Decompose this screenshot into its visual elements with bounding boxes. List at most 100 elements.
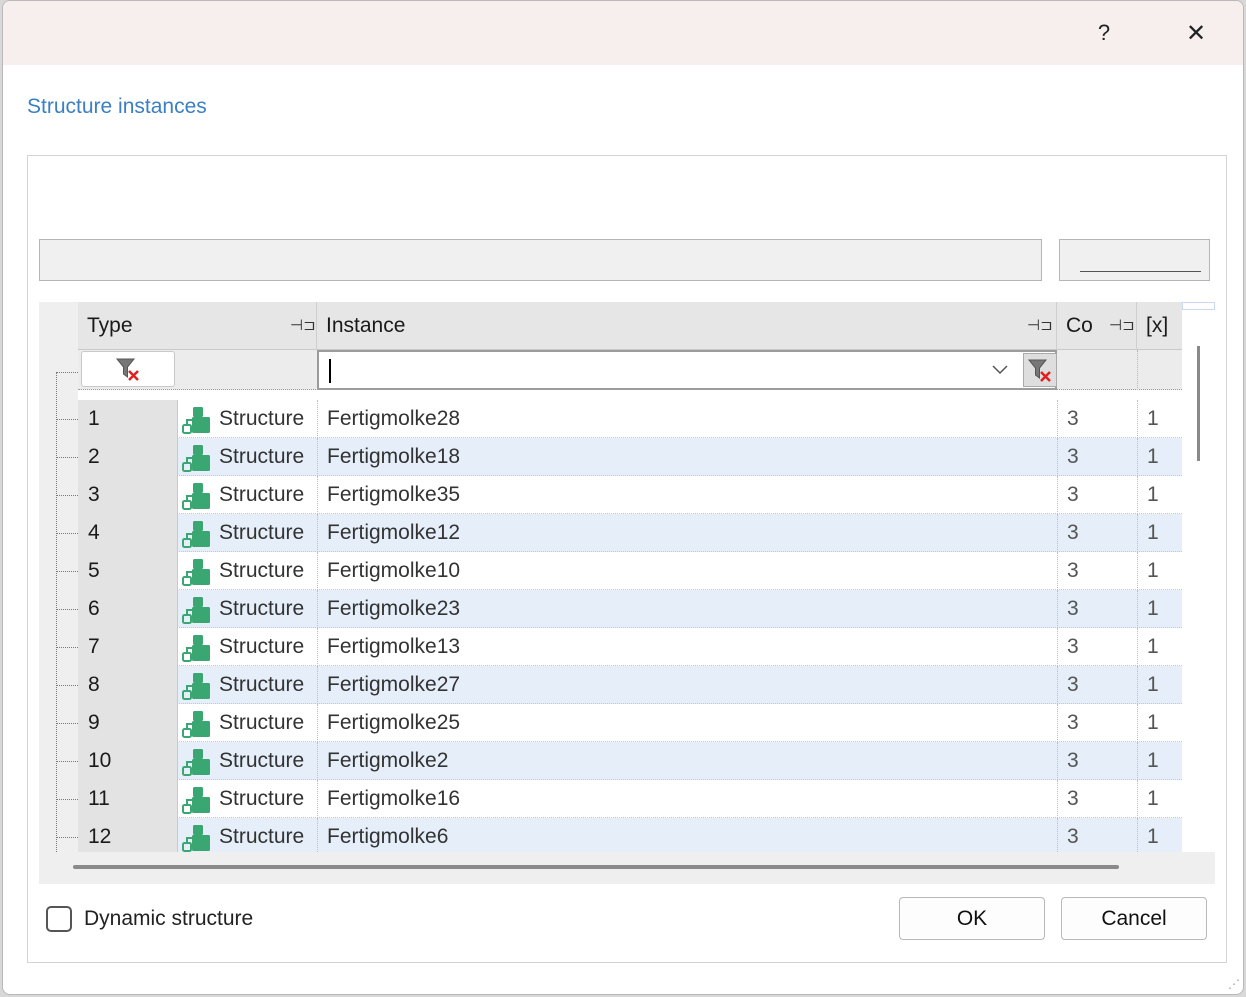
- row-x: 1: [1147, 635, 1159, 658]
- structure-icon: [182, 597, 210, 624]
- row-count: 3: [1067, 825, 1079, 848]
- tree-branch: [56, 723, 78, 724]
- pin-icon[interactable]: ⊣⊐: [1109, 302, 1135, 350]
- tree-branch: [56, 685, 78, 686]
- structure-icon: [182, 673, 210, 700]
- structure-icon: [182, 635, 210, 662]
- table-row[interactable]: 9 Structure Fertigmolke25 3 1: [78, 704, 1182, 742]
- row-instance: Fertigmolke18: [327, 445, 461, 468]
- pin-icon[interactable]: ⊣⊐: [290, 302, 316, 350]
- table-row[interactable]: 10 Structure Fertigmolke2 3 1: [78, 742, 1182, 780]
- row-instance: Fertigmolke6: [327, 825, 449, 848]
- row-instance: Fertigmolke12: [327, 521, 461, 544]
- table-row[interactable]: 4 Structure Fertigmolke12 3 1: [78, 514, 1182, 552]
- tree-branch: [56, 533, 78, 534]
- structure-icon: [182, 787, 210, 814]
- instances-grid: Type ⊣⊐ Instance ⊣⊐ Co ⊣⊐ [x] 1 Structur…: [78, 302, 1182, 852]
- row-number: 8: [78, 666, 178, 704]
- vertical-scroll-thumb[interactable]: [1197, 346, 1200, 461]
- row-number: 2: [78, 438, 178, 476]
- title-bar: ? ✕: [3, 1, 1243, 65]
- structure-icon: [182, 559, 210, 586]
- structure-instances-dialog: ? ✕ Structure instances Type ⊣⊐ Instance…: [2, 0, 1244, 995]
- row-instance: Fertigmolke13: [327, 635, 461, 658]
- row-x: 1: [1147, 597, 1159, 620]
- table-row[interactable]: 2 Structure Fertigmolke18 3 1: [78, 438, 1182, 476]
- row-type: Structure: [219, 445, 305, 468]
- row-count: 3: [1067, 559, 1079, 582]
- row-type: Structure: [219, 521, 305, 544]
- dynamic-structure-checkbox[interactable]: [46, 906, 72, 932]
- tree-branch: [56, 799, 78, 800]
- table-row[interactable]: 3 Structure Fertigmolke35 3 1: [78, 476, 1182, 514]
- row-instance: Fertigmolke25: [327, 711, 461, 734]
- top-action-button[interactable]: [1059, 239, 1210, 281]
- row-x: 1: [1147, 407, 1159, 430]
- row-count: 3: [1067, 407, 1079, 430]
- table-row[interactable]: 11 Structure Fertigmolke16 3 1: [78, 780, 1182, 818]
- clear-instance-filter-button[interactable]: [1023, 353, 1057, 387]
- table-row[interactable]: 12 Structure Fertigmolke6 3 1: [78, 818, 1182, 852]
- resize-grip[interactable]: ⋰: [1228, 977, 1240, 991]
- row-instance: Fertigmolke16: [327, 787, 461, 810]
- table-row[interactable]: 7 Structure Fertigmolke13 3 1: [78, 628, 1182, 666]
- row-type: Structure: [219, 559, 305, 582]
- structure-icon: [182, 521, 210, 548]
- row-type: Structure: [219, 787, 305, 810]
- row-number: 11: [78, 780, 178, 818]
- column-header-type[interactable]: Type ⊣⊐: [78, 302, 317, 350]
- table-row[interactable]: 1 Structure Fertigmolke28 3 1: [78, 400, 1182, 438]
- text-caret: [329, 359, 331, 383]
- grid-header: Type ⊣⊐ Instance ⊣⊐ Co ⊣⊐ [x]: [78, 302, 1182, 350]
- row-x: 1: [1147, 787, 1159, 810]
- row-count: 3: [1067, 787, 1079, 810]
- row-instance: Fertigmolke23: [327, 597, 461, 620]
- horizontal-scroll-thumb[interactable]: [73, 865, 1119, 869]
- tree-branch: [56, 571, 78, 572]
- row-type: Structure: [219, 749, 305, 772]
- cancel-button[interactable]: Cancel: [1061, 897, 1207, 940]
- row-count: 3: [1067, 597, 1079, 620]
- column-header-count[interactable]: Co ⊣⊐: [1057, 302, 1137, 350]
- column-header-label: Type: [87, 314, 133, 337]
- section-title: Structure instances: [27, 95, 207, 118]
- close-button[interactable]: ✕: [1173, 9, 1219, 57]
- pin-icon[interactable]: ⊣⊐: [1027, 302, 1053, 350]
- row-x: 1: [1147, 521, 1159, 544]
- row-type: Structure: [219, 597, 305, 620]
- instance-filter-input[interactable]: [317, 350, 1057, 390]
- row-x: 1: [1147, 749, 1159, 772]
- structure-icon: [182, 825, 210, 852]
- tree-branch: [56, 609, 78, 610]
- table-row[interactable]: 5 Structure Fertigmolke10 3 1: [78, 552, 1182, 590]
- row-instance: Fertigmolke28: [327, 407, 461, 430]
- chevron-down-icon: [992, 365, 1008, 375]
- vertical-scrollbar[interactable]: [1182, 302, 1215, 852]
- row-number: 6: [78, 590, 178, 628]
- content-panel: Type ⊣⊐ Instance ⊣⊐ Co ⊣⊐ [x] 1 Structur…: [27, 155, 1227, 963]
- filter-dropdown-button[interactable]: [985, 354, 1015, 386]
- row-number: 1: [78, 400, 178, 438]
- row-instance: Fertigmolke2: [327, 749, 449, 772]
- structure-icon: [182, 483, 210, 510]
- row-number: 12: [78, 818, 178, 852]
- table-row[interactable]: 8 Structure Fertigmolke27 3 1: [78, 666, 1182, 704]
- row-instance: Fertigmolke35: [327, 483, 461, 506]
- ok-button[interactable]: OK: [899, 897, 1045, 940]
- clear-filter-icon: [115, 358, 139, 381]
- row-x: 1: [1147, 673, 1159, 696]
- column-header-label: Co: [1066, 314, 1093, 337]
- clear-filter-button[interactable]: [81, 351, 175, 387]
- help-button[interactable]: ?: [1081, 9, 1127, 57]
- table-row[interactable]: 6 Structure Fertigmolke23 3 1: [78, 590, 1182, 628]
- column-header-x[interactable]: [x]: [1137, 302, 1182, 350]
- column-header-instance[interactable]: Instance ⊣⊐: [317, 302, 1057, 350]
- structure-icon: [182, 711, 210, 738]
- row-number: 7: [78, 628, 178, 666]
- row-type: Structure: [219, 407, 305, 430]
- row-x: 1: [1147, 483, 1159, 506]
- close-icon: ✕: [1185, 19, 1207, 47]
- tree-branch: [56, 372, 78, 373]
- top-input-field[interactable]: [39, 239, 1042, 281]
- horizontal-scrollbar[interactable]: [39, 852, 1215, 884]
